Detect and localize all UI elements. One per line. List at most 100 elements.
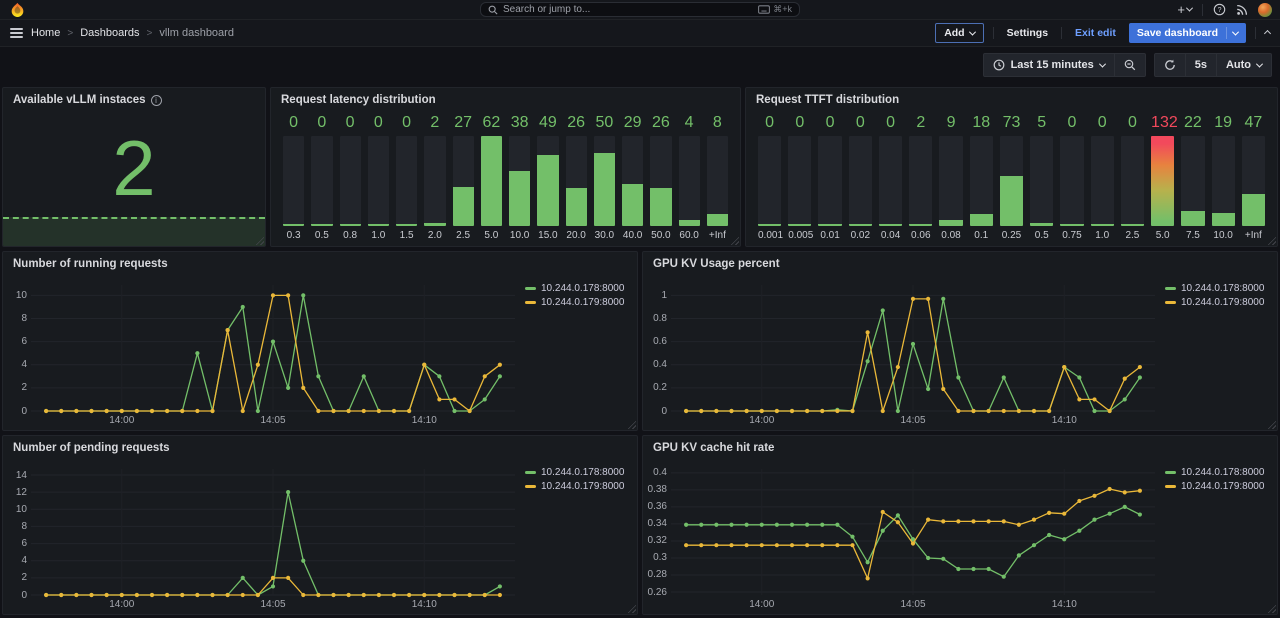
bar-column: 730.25 bbox=[1000, 114, 1023, 241]
axis-tick-label: 0.5 bbox=[311, 226, 332, 241]
user-avatar[interactable] bbox=[1258, 3, 1272, 17]
bar-value-label: 38 bbox=[509, 114, 530, 136]
data-point bbox=[805, 543, 809, 547]
settings-button[interactable]: Settings bbox=[1003, 23, 1052, 43]
axis-tick-label: 1.0 bbox=[368, 226, 389, 241]
exit-edit-button[interactable]: Exit edit bbox=[1071, 23, 1120, 43]
add-button[interactable]: Add bbox=[935, 23, 983, 43]
legend-item[interactable]: 10.244.0.178:8000 bbox=[525, 281, 629, 295]
data-point bbox=[926, 518, 930, 522]
bar-track bbox=[509, 136, 530, 226]
data-point bbox=[896, 513, 900, 517]
axis-tick-label: 5.0 bbox=[1151, 226, 1174, 241]
legend-item[interactable]: 10.244.0.179:8000 bbox=[1165, 295, 1269, 309]
bar-track bbox=[788, 136, 811, 226]
data-point bbox=[820, 409, 824, 413]
axis-tick-label: 0.06 bbox=[909, 226, 932, 241]
bar-column: 8+Inf bbox=[707, 114, 728, 241]
legend-swatch-icon bbox=[1165, 471, 1176, 474]
refresh-button[interactable] bbox=[1155, 54, 1185, 76]
panel-title[interactable]: GPU KV cache hit rate bbox=[653, 442, 774, 454]
data-point bbox=[89, 593, 93, 597]
data-point bbox=[59, 593, 63, 597]
divider bbox=[1255, 27, 1256, 39]
add-menu-button[interactable]: + bbox=[1177, 3, 1192, 16]
panel-title[interactable]: Request TTFT distribution bbox=[756, 94, 899, 106]
bar-value-label: 26 bbox=[650, 114, 671, 136]
bar-value-label: 47 bbox=[1242, 114, 1265, 136]
bar bbox=[788, 224, 811, 226]
legend-swatch-icon bbox=[525, 485, 536, 488]
data-point bbox=[1062, 365, 1066, 369]
panel-title[interactable]: Number of running requests bbox=[13, 258, 168, 270]
data-point bbox=[422, 593, 426, 597]
search-input[interactable]: Search or jump to... ⌘+k bbox=[480, 2, 800, 17]
panel-title[interactable]: Available vLLM instaces bbox=[13, 94, 146, 106]
svg-text:?: ? bbox=[1218, 7, 1222, 14]
info-circle-icon[interactable]: i bbox=[151, 95, 162, 106]
data-point bbox=[331, 409, 335, 413]
data-point bbox=[987, 409, 991, 413]
axis-tick-label: 5.0 bbox=[481, 226, 502, 241]
data-point bbox=[74, 409, 78, 413]
legend: 10.244.0.178:800010.244.0.179:8000 bbox=[525, 460, 637, 614]
grafana-logo-icon[interactable] bbox=[10, 2, 25, 17]
panel-title[interactable]: Request latency distribution bbox=[281, 94, 436, 106]
refresh-interval-label[interactable]: 5s bbox=[1185, 54, 1216, 76]
menu-toggle-button[interactable] bbox=[10, 28, 23, 38]
bar-gauge-ttft: 00.00100.00500.0100.0200.0420.0690.08180… bbox=[746, 112, 1277, 246]
panel-running-requests: Number of running requests 024681014:001… bbox=[2, 251, 638, 431]
bar-column: 00.5 bbox=[311, 114, 332, 241]
data-point bbox=[911, 342, 915, 346]
legend-label: 10.244.0.178:8000 bbox=[1181, 467, 1264, 478]
bar bbox=[1212, 213, 1235, 226]
legend-item[interactable]: 10.244.0.179:8000 bbox=[525, 479, 629, 493]
legend: 10.244.0.178:800010.244.0.179:8000 bbox=[1165, 460, 1277, 614]
time-range-picker[interactable]: Last 15 minutes bbox=[984, 54, 1114, 76]
bar-column: 00.001 bbox=[758, 114, 781, 241]
bar bbox=[509, 171, 530, 226]
bar-track bbox=[1060, 136, 1083, 226]
breadcrumb: Home > Dashboards > vllm dashboard bbox=[31, 27, 234, 39]
data-point bbox=[714, 543, 718, 547]
axis-tick-label: 40.0 bbox=[622, 226, 643, 241]
axis-tick-label: 10.0 bbox=[509, 226, 530, 241]
data-point bbox=[684, 523, 688, 527]
auto-refresh-picker[interactable]: Auto bbox=[1216, 54, 1271, 76]
data-point bbox=[896, 520, 900, 524]
bar bbox=[481, 136, 502, 226]
help-button[interactable]: ? bbox=[1213, 3, 1226, 16]
breadcrumb-current-dashboard[interactable]: vllm dashboard bbox=[159, 27, 234, 39]
data-point bbox=[835, 543, 839, 547]
bar bbox=[849, 224, 872, 226]
bar bbox=[340, 224, 361, 226]
data-point bbox=[745, 543, 749, 547]
legend-item[interactable]: 10.244.0.178:8000 bbox=[1165, 465, 1269, 479]
data-point bbox=[44, 593, 48, 597]
save-dashboard-button[interactable]: Save dashboard bbox=[1129, 23, 1246, 43]
axis-tick-label: +Inf bbox=[707, 226, 728, 241]
bar-column: 01.5 bbox=[396, 114, 417, 241]
legend-item[interactable]: 10.244.0.179:8000 bbox=[525, 295, 629, 309]
breadcrumb-dashboards[interactable]: Dashboards bbox=[80, 27, 139, 39]
legend-swatch-icon bbox=[1165, 287, 1176, 290]
chevron-down-icon bbox=[1232, 28, 1239, 35]
bar-column: 1325.0 bbox=[1151, 114, 1174, 241]
data-point bbox=[699, 523, 703, 527]
legend-item[interactable]: 10.244.0.178:8000 bbox=[1165, 281, 1269, 295]
data-point bbox=[835, 523, 839, 527]
time-series-plot: 0.260.280.30.320.340.360.380.414:0014:05… bbox=[643, 460, 1165, 614]
panel-title[interactable]: Number of pending requests bbox=[13, 442, 170, 454]
zoom-out-time-button[interactable] bbox=[1114, 54, 1145, 76]
news-button[interactable] bbox=[1236, 4, 1248, 16]
axis-tick-label: 0.001 bbox=[758, 226, 781, 241]
data-point bbox=[866, 560, 870, 564]
data-point bbox=[286, 386, 290, 390]
collapse-toolbar-chevron-up-icon[interactable] bbox=[1264, 29, 1271, 36]
divider bbox=[1226, 27, 1227, 39]
legend-item[interactable]: 10.244.0.179:8000 bbox=[1165, 479, 1269, 493]
data-point bbox=[452, 409, 456, 413]
breadcrumb-home[interactable]: Home bbox=[31, 27, 60, 39]
panel-title[interactable]: GPU KV Usage percent bbox=[653, 258, 780, 270]
legend-item[interactable]: 10.244.0.178:8000 bbox=[525, 465, 629, 479]
